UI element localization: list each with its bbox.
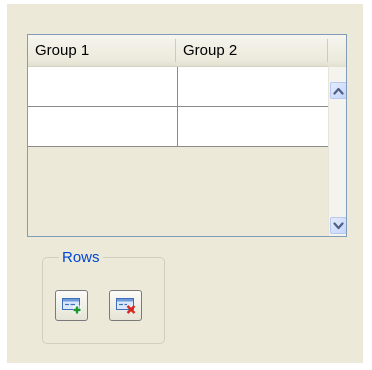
rows-group-label: Rows (59, 249, 103, 266)
column-header-group-1[interactable]: Group 1 (28, 35, 176, 66)
add-row-button[interactable] (55, 290, 88, 321)
add-row-icon (61, 298, 81, 314)
column-header-group-2[interactable]: Group 2 (176, 35, 328, 66)
table-cell-group-1[interactable] (28, 67, 178, 106)
table-row (28, 67, 328, 107)
delete-row-button[interactable] (109, 290, 142, 321)
delete-row-icon (115, 298, 135, 314)
header-filler (328, 35, 346, 67)
table-cell-group-2[interactable] (178, 67, 328, 106)
vertical-scrollbar[interactable] (328, 67, 346, 236)
chevron-down-icon (333, 221, 344, 229)
scroll-down-button[interactable] (330, 217, 346, 234)
table-empty-area (28, 147, 328, 236)
table-cell-group-2[interactable] (178, 107, 328, 146)
chevron-up-icon (333, 87, 344, 95)
table-header: Group 1 Group 2 (28, 35, 328, 67)
table-cell-group-1[interactable] (28, 107, 178, 146)
group-table: Group 1 Group 2 (27, 34, 347, 237)
table-editor-panel: Group 1 Group 2 Rows (7, 4, 363, 363)
table-row (28, 107, 328, 147)
rows-groupbox: Rows (42, 249, 165, 344)
scroll-up-button[interactable] (330, 82, 346, 99)
